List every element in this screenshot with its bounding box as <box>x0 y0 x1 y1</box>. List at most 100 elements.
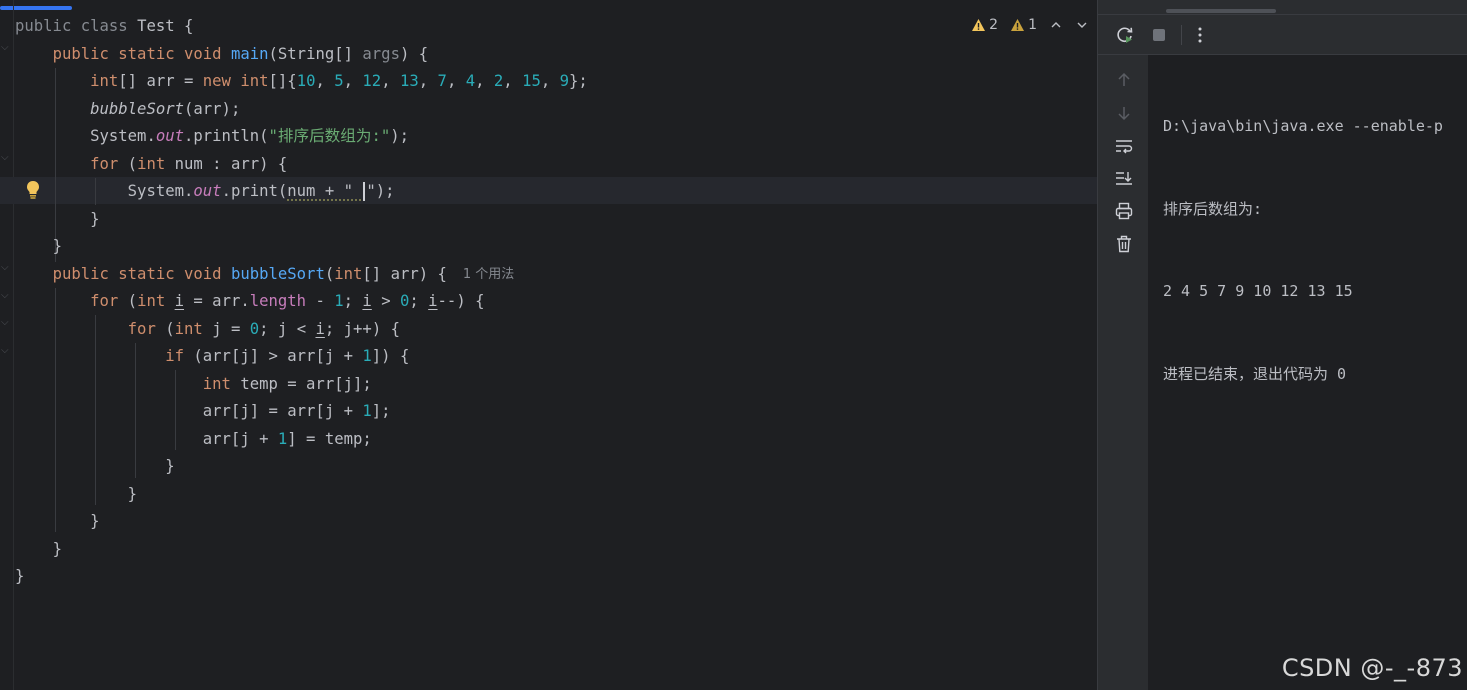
code-line[interactable]: for (int i = arr. length - 1; i > 0; i --)… <box>15 288 588 316</box>
code-token: ( <box>324 264 335 283</box>
code-token: (arr[j] > arr[j + <box>193 347 363 365</box>
next-highlight-icon[interactable] <box>1075 18 1089 32</box>
print-button[interactable] <box>1113 200 1135 222</box>
code-token: , <box>503 72 523 90</box>
inspection-widget[interactable]: 2 1 <box>971 17 1089 33</box>
code-token: 13 <box>399 72 419 90</box>
code-token: []{ <box>268 72 297 90</box>
code-line[interactable]: arr[j + 1] = temp; <box>15 426 588 454</box>
code-content[interactable]: public class Test { public static void m… <box>15 13 588 591</box>
fold-marker-icon[interactable]: ⌵ <box>1 317 9 328</box>
code-token: i <box>362 292 372 310</box>
code-line[interactable]: for (int j = 0; j < i; j++) { <box>15 316 588 344</box>
code-line[interactable]: } <box>15 233 588 261</box>
code-token: args <box>362 44 400 63</box>
code-token: 10 <box>296 72 316 90</box>
console-output[interactable]: D:\java\bin\java.exe --enable-p 排序后数组为: … <box>1148 54 1467 690</box>
soft-wrap-button[interactable] <box>1113 135 1135 157</box>
code-line[interactable]: } <box>15 206 588 234</box>
code-token: ; <box>409 292 429 310</box>
code-token: j = <box>212 319 250 338</box>
code-token: } <box>165 457 175 475</box>
code-line[interactable]: public class Test { <box>15 13 588 41</box>
code-token: "); <box>366 182 395 200</box>
fold-marker-icon[interactable]: ⌵ <box>1 262 9 273</box>
code-token: 4 <box>465 72 476 90</box>
more-options-button[interactable] <box>1189 24 1211 46</box>
code-line[interactable]: bubbleSort (arr); <box>15 96 588 124</box>
weak-warnings-indicator[interactable]: 1 <box>1010 17 1037 33</box>
code-token: System. <box>90 127 156 145</box>
code-line[interactable]: public static void main (String[] args) { <box>15 41 588 69</box>
code-line[interactable]: int temp = arr[j]; <box>15 371 588 399</box>
stop-button[interactable] <box>1148 24 1170 46</box>
code-token: out <box>155 127 184 145</box>
code-token: bubbleSort <box>90 99 184 118</box>
code-token: 2 <box>493 72 504 90</box>
code-line[interactable]: System. out .println("排序后数组为:"); <box>15 123 588 151</box>
code-token: ) { <box>399 44 429 63</box>
code-line[interactable]: public static void bubbleSort(int[] arr)… <box>15 261 588 289</box>
code-token: , <box>418 72 438 90</box>
code-token: ( <box>127 292 138 310</box>
code-line[interactable]: } <box>15 563 588 591</box>
fold-marker-icon[interactable]: ⌵ <box>1 152 9 163</box>
rerun-button[interactable] <box>1114 24 1136 46</box>
code-line[interactable]: } <box>15 508 588 536</box>
scroll-up-button[interactable] <box>1113 69 1135 91</box>
code-token: 0 <box>399 292 410 310</box>
code-token: [] arr) { <box>362 264 447 283</box>
previous-highlight-icon[interactable] <box>1049 18 1063 32</box>
code-token: i <box>315 319 325 338</box>
scroll-to-end-button[interactable] <box>1113 167 1135 189</box>
usages-inlay-hint[interactable]: 1 个用法 <box>463 261 514 289</box>
code-token: int <box>240 72 269 90</box>
code-line[interactable]: arr[j] = arr[j + 1]; <box>15 398 588 426</box>
code-token: public class <box>15 17 138 35</box>
code-token: public static void <box>52 44 231 63</box>
code-line[interactable]: for (int num : arr) { <box>15 151 588 179</box>
code-token: main <box>230 44 269 63</box>
code-token: ; j < <box>259 319 316 338</box>
code-line[interactable]: int[] arr = new int[]{10, 5, 12, 13, 7, … <box>15 68 588 96</box>
code-token: 7 <box>437 72 447 90</box>
console-line-command: D:\java\bin\java.exe --enable-p <box>1163 117 1443 135</box>
warnings-indicator[interactable]: 2 <box>971 17 998 33</box>
code-token: ( <box>127 154 138 173</box>
code-line[interactable]: } <box>15 481 588 509</box>
code-token: int <box>174 319 213 338</box>
soft-wrap-icon <box>1116 140 1133 154</box>
tool-window-scrollbar[interactable] <box>1166 9 1276 13</box>
code-line[interactable]: System. out .print(num + " "); <box>15 178 588 206</box>
code-token: ] = temp; <box>287 429 372 448</box>
code-token: - <box>306 292 335 310</box>
code-token: } <box>90 209 100 228</box>
fold-marker-icon[interactable]: ⌵ <box>1 345 9 356</box>
warnings-count: 2 <box>989 17 999 33</box>
trash-icon <box>1117 235 1131 253</box>
code-token: } <box>127 484 138 503</box>
code-line[interactable]: if (arr[j] > arr[j + 1]) { <box>15 343 588 371</box>
code-line[interactable]: } <box>15 453 588 481</box>
scroll-down-button[interactable] <box>1113 102 1135 124</box>
code-token: = arr. <box>184 292 250 310</box>
code-line[interactable]: } <box>15 536 588 564</box>
toolbar-divider <box>1181 25 1182 45</box>
text-caret <box>363 182 366 202</box>
code-token: , <box>475 72 494 90</box>
fold-marker-icon[interactable]: ⌵ <box>1 290 9 301</box>
code-editor[interactable]: ⌵ ⌵ ⌵ ⌵ ⌵ ⌵ public class Test { public s… <box>0 0 1097 690</box>
fold-marker-icon[interactable]: ⌵ <box>1 42 9 53</box>
clear-all-button[interactable] <box>1113 233 1135 255</box>
code-token: temp = arr[j]; <box>240 374 372 393</box>
rerun-icon <box>1117 27 1133 43</box>
code-token: Test { <box>137 17 194 35</box>
code-token: 5 <box>334 72 344 90</box>
